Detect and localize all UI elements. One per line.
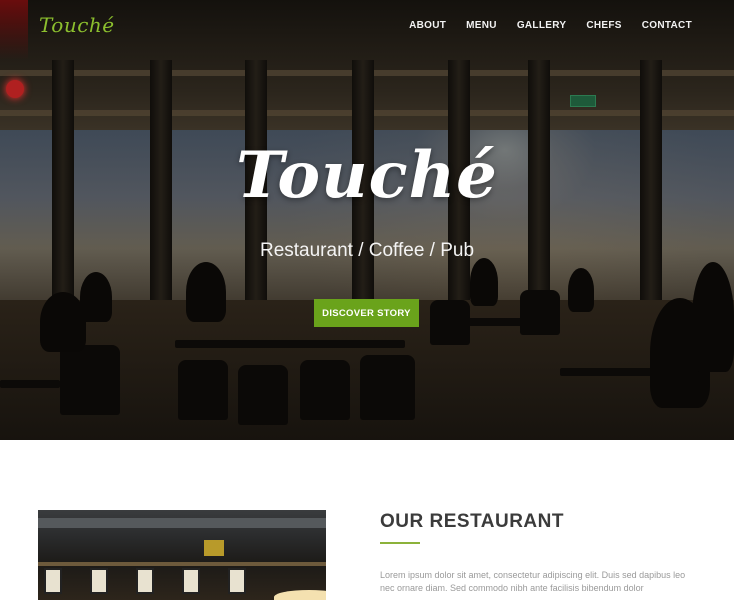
nav-item-gallery[interactable]: GALLERY <box>517 20 567 31</box>
section-text: Lorem ipsum dolor sit amet, consectetur … <box>380 570 686 593</box>
site-logo[interactable]: Touché <box>39 13 115 37</box>
hero-title: Touché <box>236 138 498 213</box>
chair <box>430 300 470 345</box>
chair <box>520 290 560 335</box>
image-frame <box>44 568 62 594</box>
restaurant-image <box>38 510 326 600</box>
chair <box>178 360 228 420</box>
image-frame <box>182 568 200 594</box>
hero-section: Touché ABOUT MENU GALLERY CHEFS CONTACT … <box>0 0 734 440</box>
image-frame <box>90 568 108 594</box>
chair <box>238 365 288 425</box>
dining-table <box>175 340 405 348</box>
section-title: OUR RESTAURANT <box>380 511 564 532</box>
image-ceiling-rail <box>38 518 326 528</box>
person-silhouette <box>568 268 594 312</box>
hero-subtitle: Restaurant / Coffee / Pub <box>259 240 475 261</box>
image-sign <box>204 540 224 556</box>
chair <box>60 345 120 415</box>
nav-item-contact[interactable]: CONTACT <box>642 20 692 31</box>
person-silhouette <box>40 292 86 352</box>
person-silhouette <box>470 258 498 306</box>
exit-sign <box>570 95 596 107</box>
nav-item-about[interactable]: ABOUT <box>409 20 446 31</box>
nav-item-chefs[interactable]: CHEFS <box>586 20 621 31</box>
chair <box>300 360 350 420</box>
image-frame <box>136 568 154 594</box>
discover-story-button[interactable]: DISCOVER STORY <box>314 299 419 327</box>
main-menu: ABOUT MENU GALLERY CHEFS CONTACT <box>409 20 692 31</box>
title-underline <box>380 542 420 544</box>
top-navbar: Touché ABOUT MENU GALLERY CHEFS CONTACT <box>0 0 734 54</box>
nav-item-menu[interactable]: MENU <box>466 20 497 31</box>
image-shelf <box>38 562 326 566</box>
red-light <box>6 80 24 98</box>
person-silhouette <box>186 262 226 322</box>
image-lamp <box>274 590 326 600</box>
image-frame <box>228 568 246 594</box>
chair <box>360 355 415 420</box>
person-silhouette <box>692 262 734 372</box>
dining-table <box>0 380 60 388</box>
